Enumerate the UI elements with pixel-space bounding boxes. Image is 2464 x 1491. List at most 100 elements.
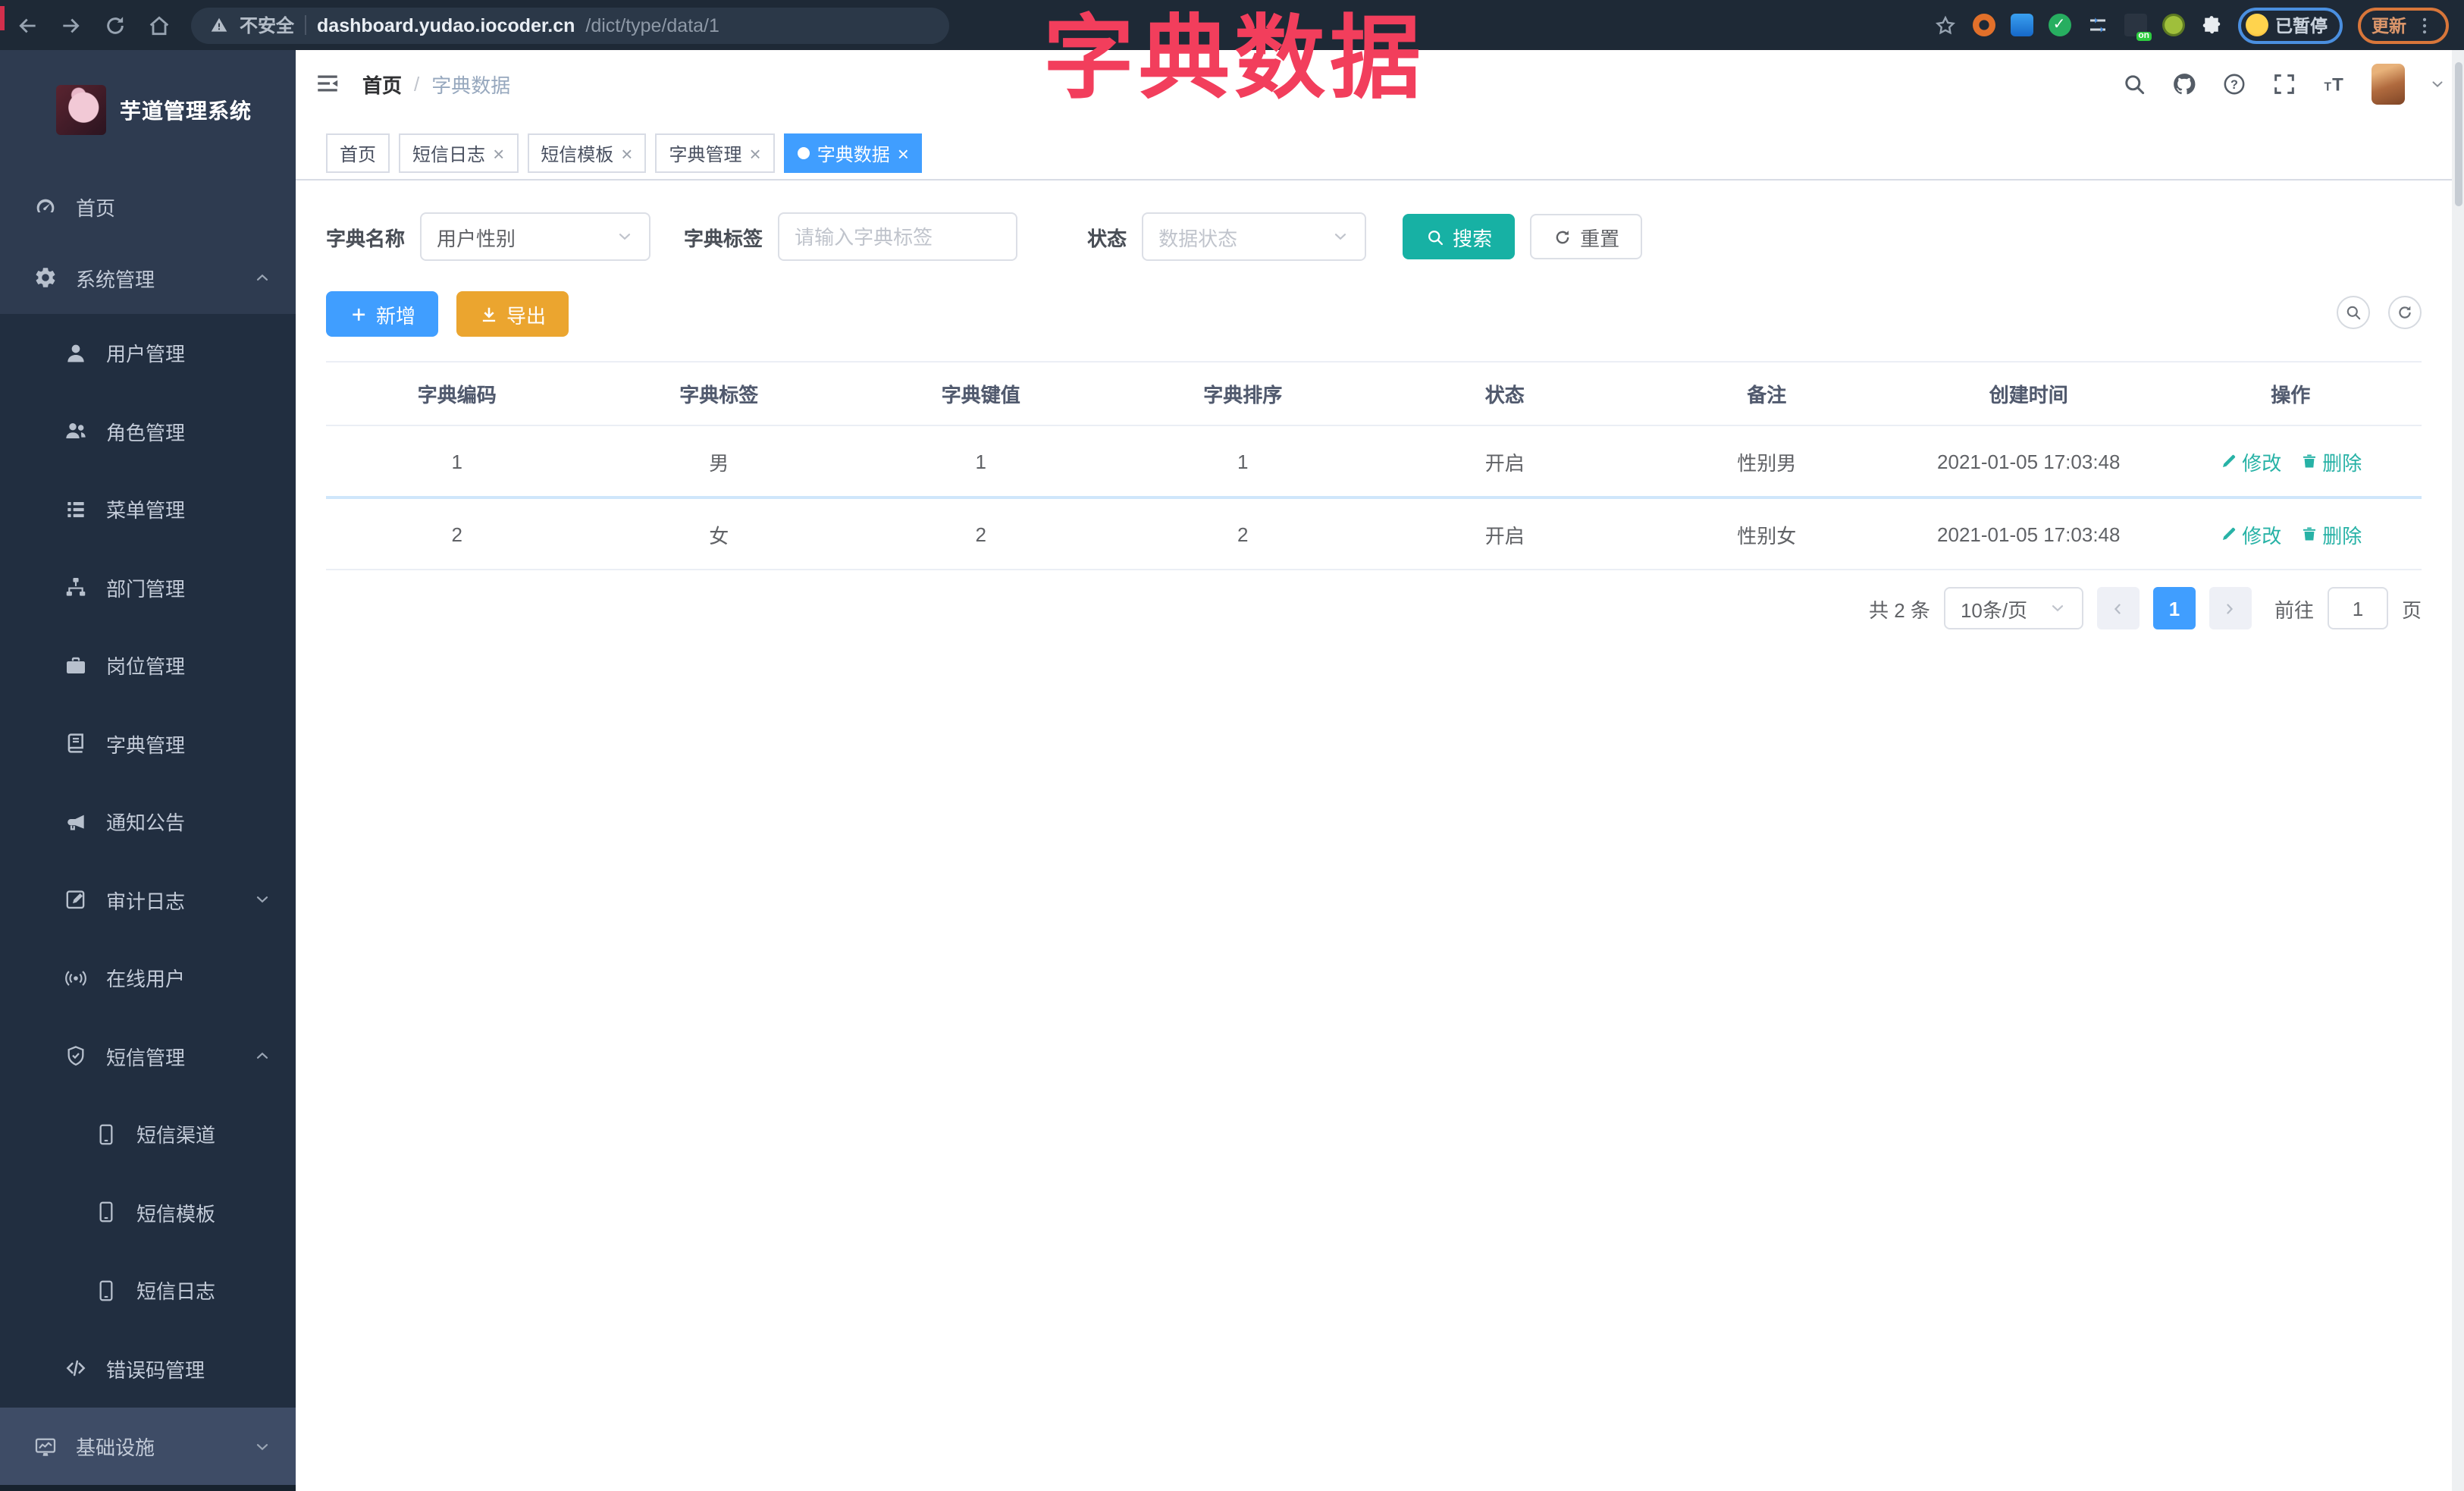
extension-icon-2[interactable] (2010, 14, 2033, 36)
user-avatar[interactable] (2372, 63, 2405, 104)
app-title: 芋道管理系统 (120, 98, 252, 123)
prev-page-button[interactable] (2096, 587, 2140, 629)
extension-icon-4[interactable] (2086, 14, 2108, 36)
status-select[interactable]: 数据状态 (1142, 212, 1367, 261)
page-size-select[interactable]: 10条/页 (1943, 587, 2083, 629)
dict-tag-input[interactable] (778, 212, 1018, 261)
cell-remark: 性别女 (1737, 524, 1797, 547)
search-icon[interactable] (2121, 71, 2147, 96)
tab-sms-log[interactable]: 短信日志 × (399, 133, 519, 173)
pagination: 共 2 条 10条/页 1 前往 页 (1869, 587, 2422, 629)
book-icon (64, 731, 88, 755)
browser-menu-icon[interactable] (2414, 14, 2435, 36)
extension-icon-3[interactable]: ✓ (2048, 14, 2071, 36)
update-button[interactable]: 更新 (2358, 7, 2449, 43)
sidebar-item-notice[interactable]: 通知公告 (0, 783, 296, 861)
url-host: dashboard.yudao.iocoder.cn (317, 14, 575, 36)
fullscreen-icon[interactable] (2271, 71, 2297, 96)
scrollbar-thumb[interactable] (2454, 62, 2462, 206)
table-row: 2 女 2 2 开启 性别女 2021-01-05 17:03:48 修改 删除 (326, 499, 2422, 570)
next-page-button[interactable] (2209, 587, 2252, 629)
cell-status: 开启 (1484, 524, 1525, 547)
caret-down-icon[interactable] (2429, 75, 2446, 92)
dict-name-select[interactable]: 用户性别 (420, 212, 651, 261)
goto-page-input[interactable] (2327, 587, 2388, 629)
breadcrumb-home[interactable]: 首页 (362, 69, 402, 98)
extension-icon-6[interactable] (2161, 14, 2184, 36)
pencil-icon (2219, 525, 2237, 543)
delete-link[interactable]: 删除 (2299, 519, 2362, 548)
address-bar[interactable]: 不安全 dashboard.yudao.iocoder.cn/dict/type… (191, 7, 949, 43)
export-button-label: 导出 (506, 304, 547, 327)
code-icon (64, 1356, 88, 1380)
sidebar-logo[interactable]: 芋道管理系统 (0, 50, 296, 171)
not-secure-icon[interactable] (209, 15, 229, 35)
export-button[interactable]: 导出 (456, 291, 569, 337)
refresh-icon (1553, 227, 1572, 246)
sidebar-item-dict[interactable]: 字典管理 (0, 705, 296, 783)
hamburger-icon[interactable] (314, 70, 341, 97)
dict-name-label: 字典名称 (326, 227, 406, 250)
back-icon[interactable] (15, 13, 39, 37)
close-icon[interactable]: × (493, 143, 504, 163)
sidebar-item-online-users[interactable]: 在线用户 (0, 939, 296, 1017)
tab-dict-data[interactable]: 字典数据 × (783, 133, 923, 173)
profile-paused-badge[interactable]: 已暂停 (2237, 7, 2343, 43)
reset-button[interactable]: 重置 (1530, 214, 1643, 259)
sidebar-item-menus[interactable]: 菜单管理 (0, 470, 296, 548)
close-icon[interactable]: × (750, 143, 761, 163)
sidebar-item-home[interactable]: 首页 (0, 171, 296, 242)
refresh-table-button[interactable] (2388, 296, 2422, 329)
chevron-up-icon (253, 1047, 271, 1065)
extension-icon-5[interactable]: on (2124, 14, 2151, 41)
current-page-button[interactable]: 1 (2152, 587, 2196, 629)
sidebar-item-sms-log[interactable]: 短信日志 (0, 1251, 296, 1329)
edit-link[interactable]: 修改 (2219, 447, 2281, 476)
sidebar-item-label: 短信日志 (136, 1280, 216, 1304)
sidebar-item-roles[interactable]: 角色管理 (0, 392, 296, 470)
cell-created: 2021-01-05 17:03:48 (1937, 523, 2121, 545)
reset-button-label: 重置 (1580, 227, 1620, 250)
close-icon[interactable]: × (621, 143, 632, 163)
sidebar-item-departments[interactable]: 部门管理 (0, 548, 296, 626)
help-icon[interactable] (2221, 71, 2247, 96)
sidebar-item-label: 错误码管理 (106, 1358, 205, 1382)
annotation-tick (0, 6, 5, 30)
github-icon[interactable] (2171, 71, 2197, 96)
bookmark-star-icon[interactable] (1933, 13, 1957, 37)
phone-icon (94, 1278, 118, 1302)
add-button[interactable]: 新增 (326, 291, 439, 337)
sidebar-item-error-code[interactable]: 错误码管理 (0, 1329, 296, 1408)
scrollbar[interactable] (2452, 50, 2464, 1491)
extension-icon-1[interactable] (1972, 14, 1995, 36)
url-path: /dict/type/data/1 (585, 14, 719, 36)
forward-icon[interactable] (59, 13, 83, 37)
reload-icon[interactable] (103, 13, 127, 37)
home-icon[interactable] (147, 13, 171, 37)
table-tools (2337, 296, 2422, 329)
tab-sms-template[interactable]: 短信模板 × (527, 133, 647, 173)
status-placeholder: 数据状态 (1158, 227, 1238, 250)
font-size-icon[interactable] (2321, 71, 2347, 96)
sidebar-item-users[interactable]: 用户管理 (0, 314, 296, 392)
toggle-search-button[interactable] (2337, 296, 2370, 329)
sidebar-item-infra[interactable]: 基础设施 (0, 1408, 296, 1486)
search-button[interactable]: 搜索 (1403, 214, 1516, 259)
edit-link[interactable]: 修改 (2219, 519, 2281, 548)
sidebar-item-system[interactable]: 系统管理 (0, 242, 296, 313)
sidebar-item-sms[interactable]: 短信管理 (0, 1017, 296, 1095)
sidebar-item-posts[interactable]: 岗位管理 (0, 626, 296, 705)
cell-created: 2021-01-05 17:03:48 (1937, 450, 2121, 472)
close-icon[interactable]: × (898, 143, 909, 163)
page-content: 字典名称 用户性别 字典标签 状态 数据状态 搜索 (296, 180, 2464, 1491)
sidebar-item-label: 基础设施 (76, 1436, 155, 1460)
sidebar-item-sms-template[interactable]: 短信模板 (0, 1173, 296, 1251)
delete-link[interactable]: 删除 (2299, 447, 2362, 476)
tab-home[interactable]: 首页 (326, 133, 390, 173)
sidebar-item-sms-channel[interactable]: 短信渠道 (0, 1095, 296, 1173)
sidebar-item-audit-log[interactable]: 审计日志 (0, 861, 296, 939)
tab-dict-manage[interactable]: 字典管理 × (655, 133, 775, 173)
extension-puzzle-icon[interactable] (2199, 14, 2222, 36)
extension-on-badge: on (2136, 32, 2151, 41)
search-icon (2344, 303, 2362, 322)
